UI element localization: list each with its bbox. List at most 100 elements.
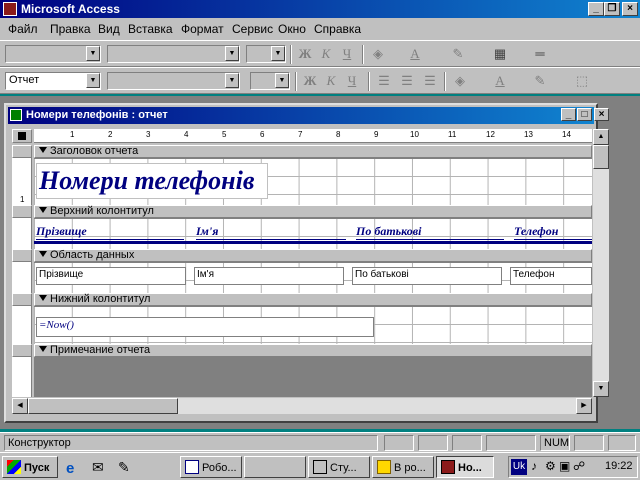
font-color-icon[interactable]: A	[490, 73, 510, 90]
band-label: Заголовок отчета	[50, 145, 139, 157]
grid-icon[interactable]: ▦	[490, 46, 510, 63]
task-window[interactable]: Сту...	[308, 456, 370, 478]
field-name[interactable]: Ім'я	[194, 267, 344, 285]
header-label-name[interactable]: Ім'я	[196, 224, 346, 240]
scroll-up-icon[interactable]: ▲	[593, 129, 609, 145]
report-window-title-bar[interactable]: Номери телефонів : отчет _ □ ×	[8, 107, 609, 124]
child-minimize-button[interactable]: _	[561, 108, 576, 121]
task-folder[interactable]: В ро...	[372, 456, 434, 478]
band-arrow-icon	[39, 147, 47, 153]
tray-app-icon[interactable]: ⚙	[545, 459, 556, 473]
header-label-phone[interactable]: Телефон	[514, 224, 592, 240]
band-selector-page-header[interactable]	[12, 205, 32, 218]
task-access[interactable]: Но...	[436, 456, 494, 478]
start-button[interactable]: Пуск	[2, 456, 58, 478]
header-label-patronymic[interactable]: По батькові	[356, 224, 504, 240]
menu-tools[interactable]: Сервис	[232, 22, 273, 36]
size-combo-1[interactable]: ▼	[246, 45, 286, 63]
band-page-footer[interactable]: Нижний колонтитул	[34, 293, 592, 306]
italic-button[interactable]: К	[316, 46, 336, 63]
scroll-down-icon[interactable]: ▼	[593, 381, 609, 397]
band-selector-page-footer[interactable]	[12, 293, 32, 306]
align-left-icon[interactable]: ☰	[374, 73, 394, 90]
footer-now-expression[interactable]: =Now()	[36, 317, 374, 337]
language-indicator[interactable]: Uk	[511, 459, 527, 475]
menu-edit[interactable]: Правка	[50, 22, 91, 36]
windows-logo-icon	[7, 460, 21, 474]
hscroll-thumb[interactable]	[28, 398, 178, 414]
band-selector-report-header[interactable]	[12, 145, 32, 158]
font-combo[interactable]: ▼	[107, 72, 240, 90]
menu-view[interactable]: Вид	[98, 22, 120, 36]
task-blank[interactable]	[244, 456, 306, 478]
report-title-label[interactable]: Номери телефонів	[36, 163, 268, 199]
channels-icon[interactable]: ✎	[118, 459, 136, 475]
underline-button[interactable]: Ч	[342, 73, 362, 90]
vertical-scrollbar[interactable]: ▲ ▼	[593, 129, 609, 397]
menu-format[interactable]: Формат	[181, 22, 224, 36]
fill-color-icon[interactable]: ◈	[450, 73, 470, 90]
bold-button[interactable]: Ж	[300, 73, 320, 90]
ie-icon[interactable]: e	[66, 460, 84, 477]
band-detail[interactable]: Область данных	[34, 249, 592, 262]
italic-button[interactable]: К	[321, 73, 341, 90]
chevron-down-icon: ▼	[225, 73, 239, 88]
font-color-icon[interactable]: A	[405, 46, 425, 63]
line-color-icon[interactable]: ✎	[448, 46, 468, 63]
child-maximize-button[interactable]: □	[577, 108, 592, 121]
band-page-header[interactable]: Верхний колонтитул	[34, 205, 592, 218]
scroll-left-icon[interactable]: ◀	[12, 398, 28, 414]
line-width-icon[interactable]: ═	[530, 46, 550, 63]
close-button[interactable]: ×	[622, 2, 638, 16]
field-phone[interactable]: Телефон	[510, 267, 592, 285]
restore-button[interactable]: ❐	[604, 2, 620, 16]
band-arrow-icon	[39, 346, 47, 352]
clock[interactable]: 19:22	[605, 460, 633, 472]
band-label: Нижний колонтитул	[50, 293, 151, 305]
menu-help[interactable]: Справка	[314, 22, 361, 36]
ruler-mark: 13	[524, 130, 533, 139]
status-panel	[418, 435, 448, 451]
menu-insert[interactable]: Вставка	[128, 22, 173, 36]
task-word[interactable]: Робо...	[180, 456, 242, 478]
network-icon[interactable]: ☍	[573, 459, 585, 473]
horizontal-ruler[interactable]: 1 2 3 4 5 6 7 8 9 10 11 12 13 14	[34, 129, 592, 143]
underline-button[interactable]: Ч	[337, 46, 357, 63]
size-combo[interactable]: ▼	[250, 72, 290, 90]
fill-color-icon[interactable]: ◈	[368, 46, 388, 63]
section-detail: Прізвище Ім'я По батькові Телефон	[34, 263, 592, 293]
field-surname[interactable]: Прізвище	[36, 267, 186, 285]
object-combo[interactable]: Отчет ▼	[5, 72, 101, 90]
toolbar-divider	[444, 72, 446, 91]
folder-icon	[377, 460, 391, 474]
monitor-icon[interactable]: ▣	[559, 459, 570, 473]
font-combo-1[interactable]: ▼	[107, 45, 240, 63]
menu-file[interactable]: Файл	[8, 22, 38, 36]
border-icon[interactable]: ⬚	[572, 73, 592, 90]
scroll-right-icon[interactable]: ▶	[576, 398, 592, 414]
object-combo-1[interactable]: ▼	[5, 45, 101, 63]
child-close-button[interactable]: ×	[594, 108, 609, 121]
report-design-window: Номери телефонів : отчет _ □ × 1 2 3 4 5…	[4, 103, 609, 423]
vscroll-thumb[interactable]	[593, 145, 609, 169]
menu-window[interactable]: Окно	[278, 22, 306, 36]
band-label: Область данных	[50, 249, 135, 261]
align-right-icon[interactable]: ☰	[420, 73, 440, 90]
field-patronymic[interactable]: По батькові	[352, 267, 502, 285]
band-report-header[interactable]: Заголовок отчета	[34, 145, 592, 158]
ruler-mark: 7	[298, 130, 303, 139]
bold-button[interactable]: Ж	[295, 46, 315, 63]
horizontal-scrollbar[interactable]: ◀ ▶	[12, 398, 592, 414]
band-selector-report-footer[interactable]	[12, 344, 32, 357]
formatting-toolbar-2: Отчет ▼ ▼ ▼ Ж К Ч ☰ ☰ ☰ ◈ A ✎ ⬚	[0, 67, 640, 94]
header-label-surname[interactable]: Прізвище	[36, 224, 184, 240]
outlook-icon[interactable]: ✉	[92, 459, 110, 475]
band-selector-detail[interactable]	[12, 249, 32, 262]
line-color-icon[interactable]: ✎	[530, 73, 550, 90]
speaker-icon[interactable]: ♪	[531, 459, 537, 473]
minimize-button[interactable]: _	[588, 2, 604, 16]
report-selector[interactable]	[12, 129, 32, 143]
section-page-header: Прізвище Ім'я По батькові Телефон	[34, 219, 592, 249]
band-report-footer[interactable]: Примечание отчета	[34, 344, 592, 357]
align-center-icon[interactable]: ☰	[397, 73, 417, 90]
